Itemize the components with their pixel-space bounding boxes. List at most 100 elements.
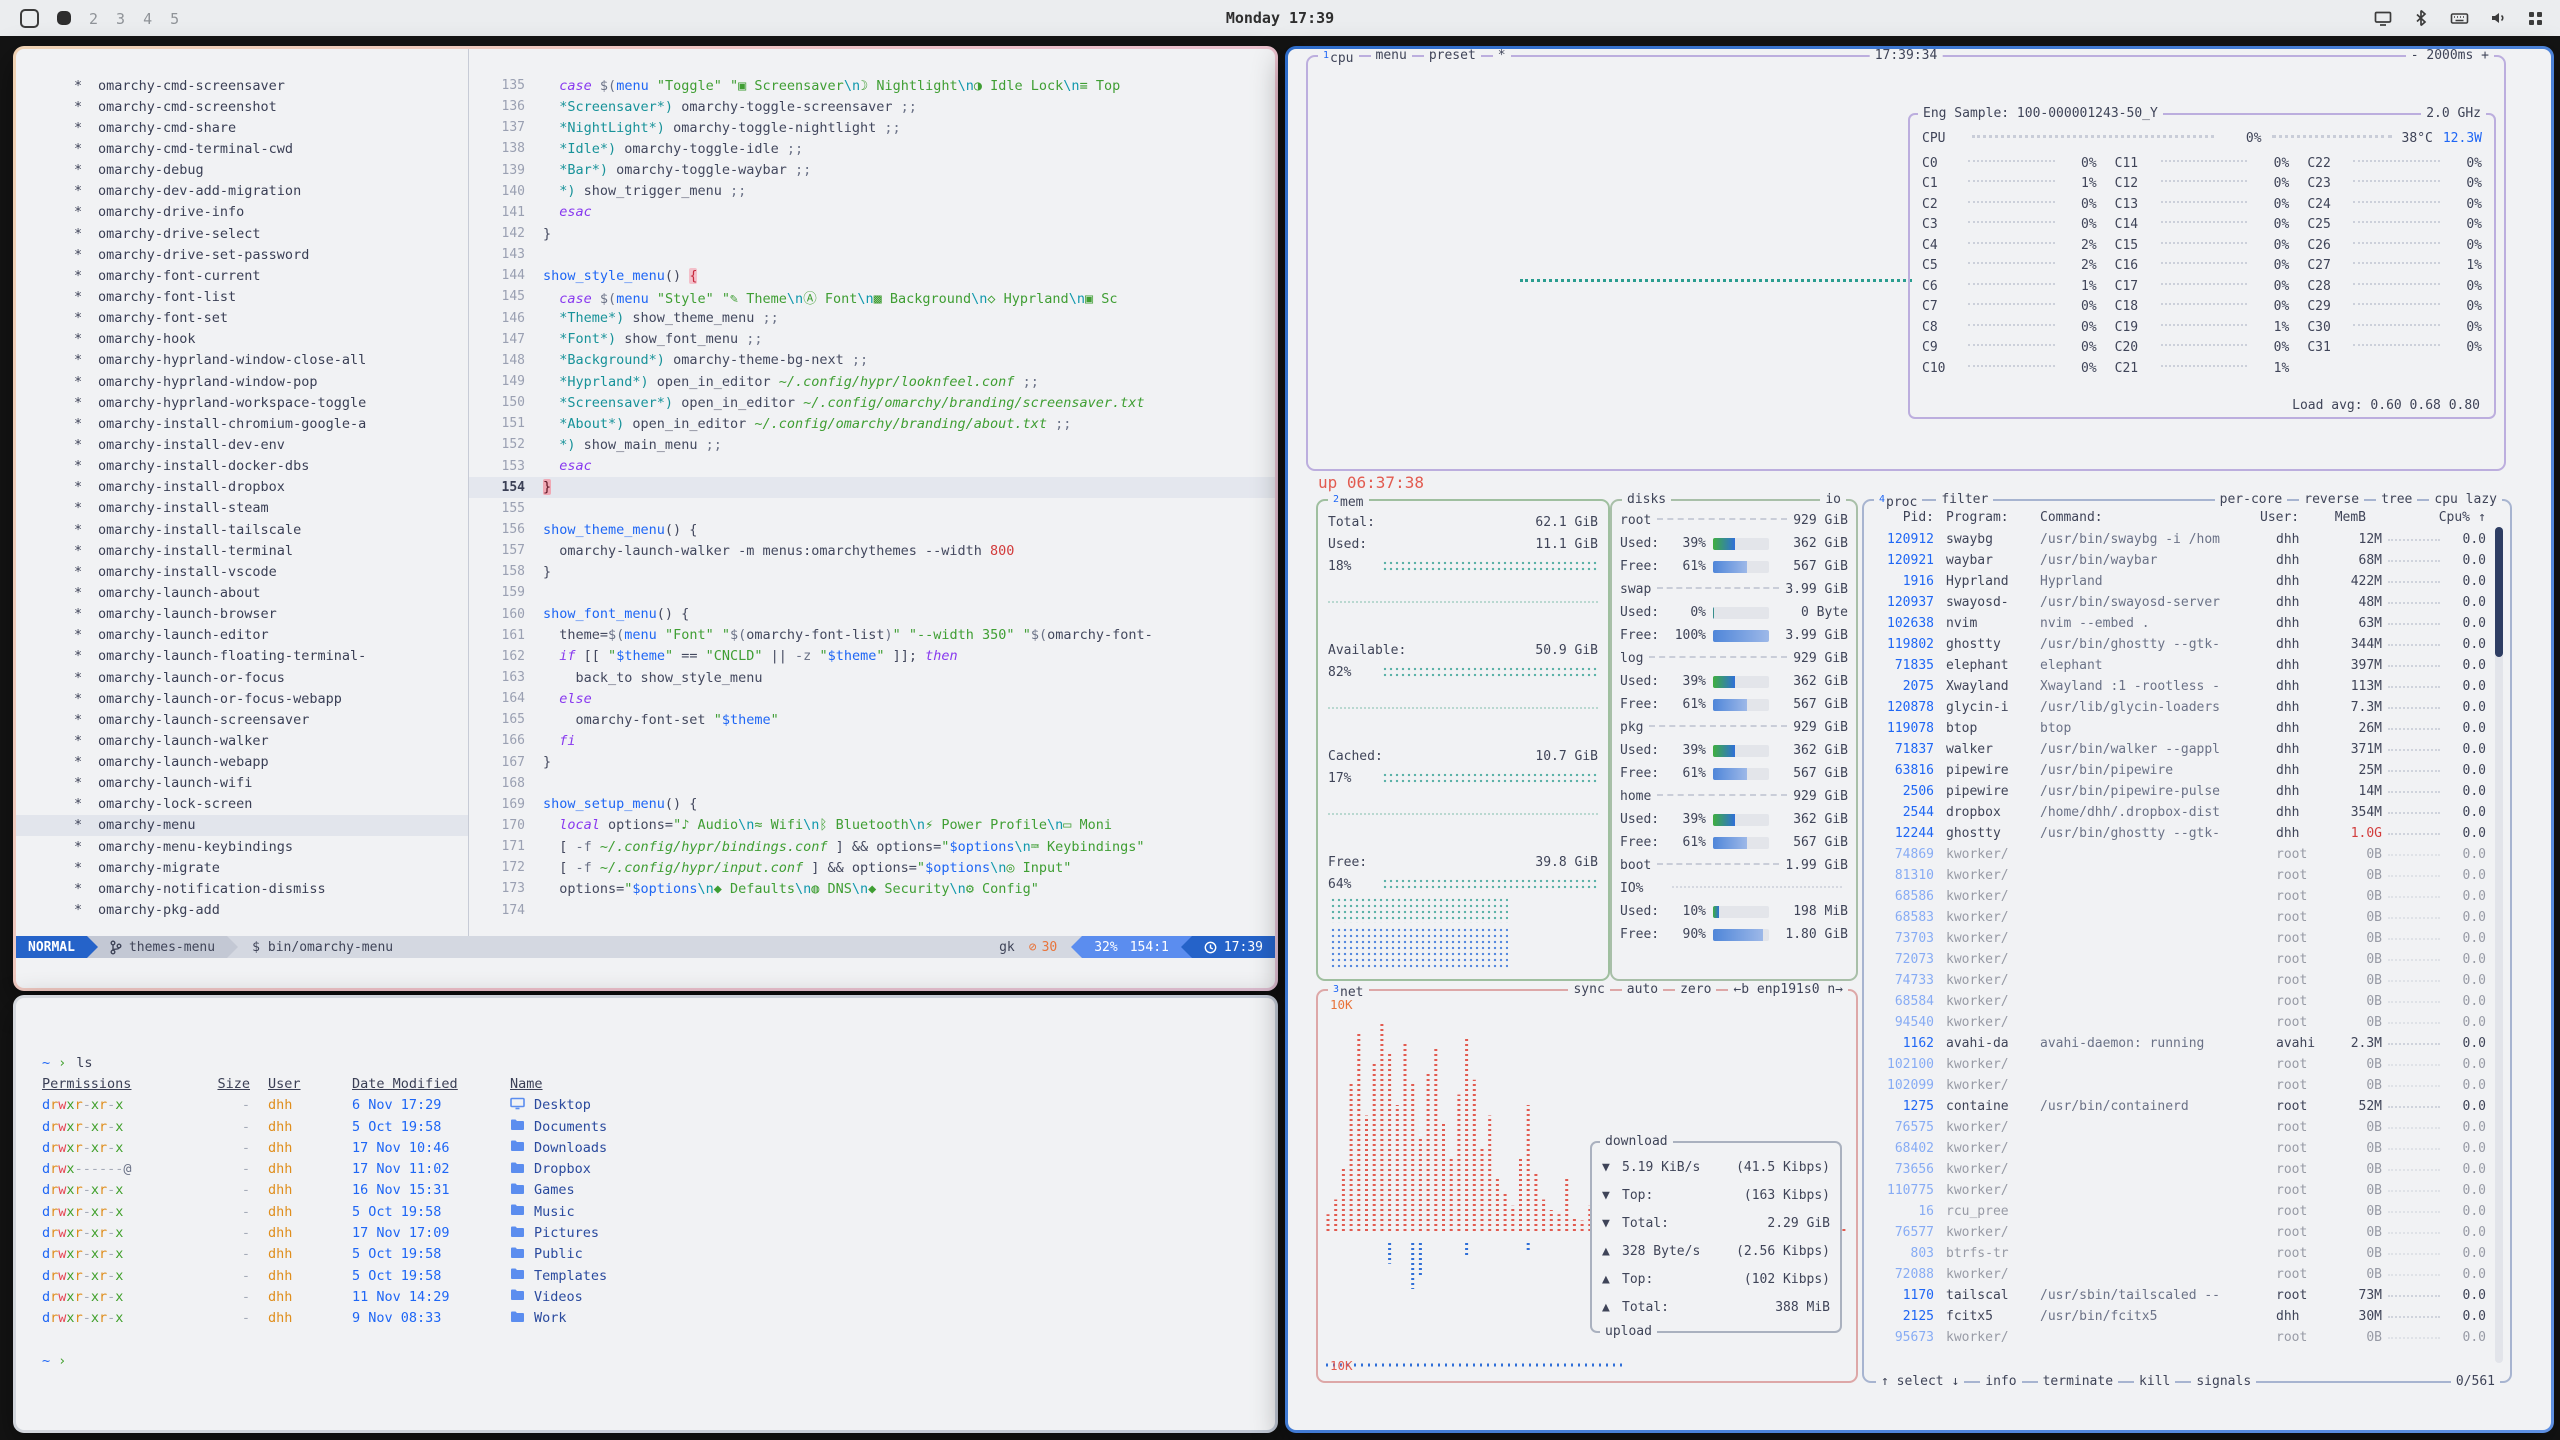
process-row[interactable]: 63816pipewire/usr/bin/pipewiredhh25M0.0	[1872, 760, 2486, 781]
sort-direction-icon[interactable]: ↑	[2470, 510, 2486, 525]
terminal-window[interactable]: ~›lsPermissionsSizeUserDate ModifiedName…	[13, 995, 1278, 1433]
file-list-item[interactable]: *omarchy-cmd-screenshot	[16, 96, 468, 117]
proc-column-header[interactable]: MemB	[2318, 510, 2366, 525]
disks-box-title[interactable]: disks	[1622, 491, 1671, 509]
process-row[interactable]: 120921waybar/usr/bin/waybardhh68M0.0	[1872, 550, 2486, 571]
process-scrollbar[interactable]	[2495, 527, 2503, 1363]
process-row[interactable]: 68586kworker/root0B0.0	[1872, 886, 2486, 907]
process-row[interactable]: 120937swayosd-/usr/bin/swayosd-serverdhh…	[1872, 592, 2486, 613]
proc-footer-info[interactable]: info	[1980, 1373, 2021, 1391]
file-list-item[interactable]: *omarchy-menu	[16, 815, 468, 836]
file-list-item[interactable]: *omarchy-hyprland-window-pop	[16, 371, 468, 392]
file-list-item[interactable]: *omarchy-install-dropbox	[16, 477, 468, 498]
file-list-item[interactable]: *omarchy-cmd-share	[16, 117, 468, 138]
process-row[interactable]: 110775kworker/root0B0.0	[1872, 1180, 2486, 1201]
file-list-item[interactable]: *omarchy-pkg-add	[16, 899, 468, 920]
process-row[interactable]: 76577kworker/root0B0.0	[1872, 1222, 2486, 1243]
workspace-active-icon[interactable]	[57, 11, 71, 25]
file-list-item[interactable]: *omarchy-install-steam	[16, 498, 468, 519]
file-list-item[interactable]: *omarchy-install-vscode	[16, 561, 468, 582]
workspace-number[interactable]: 3	[116, 10, 125, 28]
preset-star[interactable]: *	[1493, 49, 1511, 68]
process-row[interactable]: 1916HyprlandHyprlanddhh422M0.0	[1872, 571, 2486, 592]
file-list-item[interactable]: *omarchy-install-docker-dbs	[16, 456, 468, 477]
disks-io-toggle[interactable]: io	[1820, 491, 1846, 509]
process-row[interactable]: 2075XwaylandXwayland :1 -rootless -dhh11…	[1872, 676, 2486, 697]
process-row[interactable]: 102638nvimnvim --embed .dhh63M0.0	[1872, 613, 2486, 634]
workspace-number[interactable]: 4	[143, 10, 152, 28]
file-list-item[interactable]: *omarchy-launch-or-focus	[16, 667, 468, 688]
file-list-item[interactable]: *omarchy-launch-floating-terminal-	[16, 646, 468, 667]
code-pane[interactable]: 135 case $(menu "Toggle" "▣ Screensaver\…	[469, 75, 1275, 936]
process-row[interactable]: 2506pipewire/usr/bin/pipewire-pulsedhh14…	[1872, 781, 2486, 802]
proc-footer-terminate[interactable]: terminate	[2038, 1373, 2118, 1391]
file-list-item[interactable]: *omarchy-install-terminal	[16, 540, 468, 561]
keyboard-icon[interactable]	[2450, 9, 2469, 27]
file-list-item[interactable]: *omarchy-hyprland-workspace-toggle	[16, 392, 468, 413]
process-row[interactable]: 81310kworker/root0B0.0	[1872, 865, 2486, 886]
file-list-item[interactable]: *omarchy-launch-walker	[16, 730, 468, 751]
process-row[interactable]: 94540kworker/root0B0.0	[1872, 1012, 2486, 1033]
file-list-item[interactable]: *omarchy-launch-screensaver	[16, 709, 468, 730]
process-row[interactable]: 12244ghostty/usr/bin/ghostty --gtk-dhh1.…	[1872, 823, 2486, 844]
file-list-item[interactable]: *omarchy-launch-about	[16, 582, 468, 603]
preset-button[interactable]: preset	[1424, 49, 1481, 68]
command-line-area[interactable]	[16, 958, 1275, 988]
process-row[interactable]: 120878glycin-i/usr/lib/glycin-loadersdhh…	[1872, 697, 2486, 718]
process-table-header[interactable]: Pid:Program:Command:User:MemBCpu%↑	[1872, 507, 2486, 527]
file-list-item[interactable]: *omarchy-notification-dismiss	[16, 878, 468, 899]
proc-footer-signals[interactable]: signals	[2191, 1373, 2256, 1391]
process-row[interactable]: 73656kworker/root0B0.0	[1872, 1159, 2486, 1180]
process-row[interactable]: 72088kworker/root0B0.0	[1872, 1264, 2486, 1285]
file-list-item[interactable]: *omarchy-install-chromium-google-a	[16, 413, 468, 434]
file-explorer-pane[interactable]: *omarchy-cmd-screensaver*omarchy-cmd-scr…	[16, 75, 468, 936]
process-row[interactable]: 74869kworker/root0B0.0	[1872, 844, 2486, 865]
system-monitor-window[interactable]: 1cpu menu preset * 17:39:34 - 2000ms + E…	[1285, 46, 2554, 1433]
process-row[interactable]: 71835elephantelephantdhh397M0.0	[1872, 655, 2486, 676]
proc-column-header[interactable]: Pid:	[1872, 510, 1934, 525]
workspace-number[interactable]: 2	[89, 10, 98, 28]
process-row[interactable]: 803btrfs-trroot0B0.0	[1872, 1243, 2486, 1264]
file-list-item[interactable]: *omarchy-migrate	[16, 857, 468, 878]
process-row[interactable]: 72073kworker/root0B0.0	[1872, 949, 2486, 970]
file-list-item[interactable]: *omarchy-launch-editor	[16, 625, 468, 646]
file-list-item[interactable]: *omarchy-drive-select	[16, 223, 468, 244]
file-list-item[interactable]: *omarchy-lock-screen	[16, 794, 468, 815]
mem-box-title[interactable]: 2mem	[1328, 491, 1369, 512]
process-row[interactable]: 2125fcitx5/usr/bin/fcitx5dhh30M0.0	[1872, 1306, 2486, 1327]
cpu-box-title[interactable]: 1cpu	[1318, 49, 1359, 68]
update-interval-control[interactable]: - 2000ms +	[2406, 49, 2494, 65]
process-row[interactable]: 73703kworker/root0B0.0	[1872, 928, 2486, 949]
file-list-item[interactable]: *omarchy-drive-info	[16, 202, 468, 223]
file-list-item[interactable]: *omarchy-hyprland-window-close-all	[16, 350, 468, 371]
file-list-item[interactable]: *omarchy-font-current	[16, 265, 468, 286]
file-list-item[interactable]: *omarchy-launch-browser	[16, 604, 468, 625]
process-row[interactable]: 1275containe/usr/bin/containerdroot52M0.…	[1872, 1096, 2486, 1117]
file-list-item[interactable]: *omarchy-font-set	[16, 308, 468, 329]
process-row[interactable]: 102100kworker/root0B0.0	[1872, 1054, 2486, 1075]
volume-icon[interactable]	[2489, 9, 2507, 27]
process-row[interactable]: 68402kworker/root0B0.0	[1872, 1138, 2486, 1159]
process-row[interactable]: 120912swaybg/usr/bin/swaybg -i /homdhh12…	[1872, 529, 2486, 550]
file-list-item[interactable]: *omarchy-font-list	[16, 286, 468, 307]
process-row[interactable]: 16rcu_preeroot0B0.0	[1872, 1201, 2486, 1222]
proc-column-header[interactable]: Program:	[1934, 510, 2040, 525]
file-list-item[interactable]: *omarchy-dev-add-migration	[16, 181, 468, 202]
file-list-item[interactable]: *omarchy-cmd-terminal-cwd	[16, 138, 468, 159]
bluetooth-icon[interactable]	[2412, 9, 2430, 27]
proc-footer--select-[interactable]: ↑ select ↓	[1876, 1373, 1964, 1391]
proc-column-header[interactable]: Command:	[2040, 510, 2260, 525]
process-row[interactable]: 119802ghostty/usr/bin/ghostty --gtk-dhh3…	[1872, 634, 2486, 655]
proc-column-header[interactable]: Cpu%	[2430, 510, 2470, 525]
process-row[interactable]: 95673kworker/root0B0.0	[1872, 1327, 2486, 1348]
proc-footer-kill[interactable]: kill	[2134, 1373, 2175, 1391]
apps-grid-icon[interactable]	[2527, 10, 2544, 27]
workspace-number[interactable]: 5	[170, 10, 179, 28]
file-list-item[interactable]: *omarchy-launch-webapp	[16, 752, 468, 773]
file-list-item[interactable]: *omarchy-launch-wifi	[16, 773, 468, 794]
editor-window[interactable]: *omarchy-cmd-screensaver*omarchy-cmd-scr…	[13, 46, 1278, 991]
file-list-item[interactable]: *omarchy-cmd-screensaver	[16, 75, 468, 96]
workspace-1-icon[interactable]	[20, 9, 39, 28]
file-list-item[interactable]: *omarchy-install-tailscale	[16, 519, 468, 540]
file-list-item[interactable]: *omarchy-debug	[16, 160, 468, 181]
